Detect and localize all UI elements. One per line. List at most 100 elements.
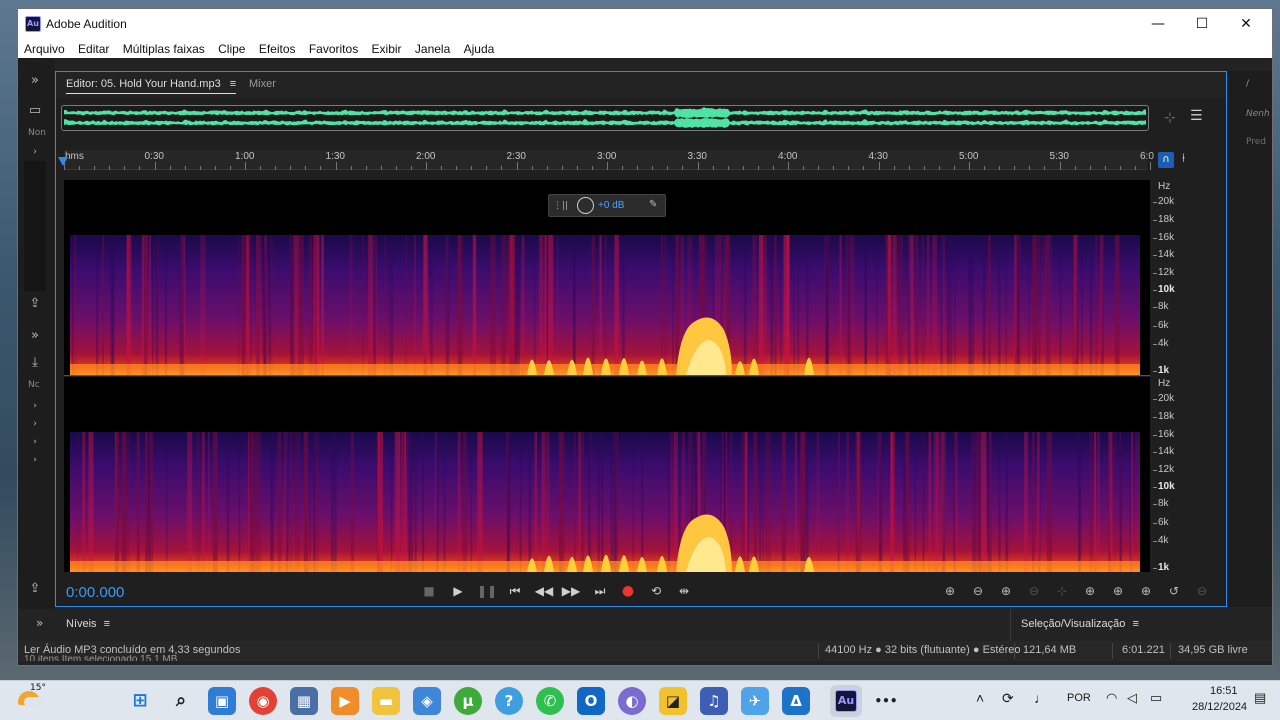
loop-button[interactable]: ⟲ [645,580,667,602]
close-button[interactable]: ✕ [1224,9,1268,40]
chevron-right-icon[interactable]: › [24,398,46,414]
utorrent-icon[interactable]: µ [454,687,482,715]
arc-app-icon[interactable]: Δ [782,687,810,715]
expand-panel-icon[interactable]: » [36,616,43,630]
menu-multiplas-faixas[interactable]: Múltiplas faixas [117,40,209,58]
tab-mixer[interactable]: Mixer [249,78,276,90]
browser-icon[interactable]: ◐ [618,687,646,715]
menu-janela[interactable]: Janela [409,40,454,58]
media-player-icon[interactable]: ▶ [331,687,359,715]
editor-app-icon[interactable]: ◪ [659,687,687,715]
chrome-icon[interactable]: ◉ [249,687,277,715]
help-app-icon[interactable]: ? [495,687,523,715]
zoom-selection-icon[interactable]: ⊕ [1134,580,1158,602]
selection-menu-icon[interactable]: ≡ [1132,618,1138,630]
skip-forward-button[interactable]: ⏭ [589,580,611,602]
expand-panel-icon[interactable]: » [24,328,46,344]
tab-menu-icon[interactable]: ≡ [230,78,236,90]
maximize-button[interactable]: ☐ [1180,9,1224,40]
pin-icon[interactable]: ⍿ [1182,151,1185,166]
fast-forward-button[interactable]: ▶▶ [560,580,582,602]
chevron-up-icon[interactable]: ˄ [976,690,984,706]
open-folder-icon[interactable]: ▭ [24,103,46,119]
network-app-icon[interactable]: ◈ [413,687,441,715]
spectral-band [541,432,546,572]
zoom-in-right-icon[interactable]: ⊕ [1106,580,1130,602]
pause-button[interactable]: ❚❚ [476,580,498,602]
chevron-right-icon[interactable]: › [24,416,46,432]
menu-ajuda[interactable]: Ajuda [458,40,499,58]
levels-panel-tab[interactable]: Níveis ≡ [66,618,110,630]
rewind-button[interactable]: ◀◀ [533,580,555,602]
zoom-in-amplitude-icon[interactable]: ⊕ [938,580,962,602]
outlook-icon[interactable]: O [577,687,605,715]
battery-icon[interactable]: ▭ [1150,690,1162,706]
chevron-right-icon[interactable]: › [24,434,46,450]
menu-favoritos[interactable]: Favoritos [303,40,362,58]
playhead-marker[interactable] [58,157,68,166]
waveform-overview[interactable] [61,105,1149,131]
weather-icon[interactable]: 15° [18,683,46,711]
gain-knob[interactable] [577,197,594,214]
whatsapp-icon[interactable]: ✆ [536,687,564,715]
levels-menu-icon[interactable]: ≡ [104,618,110,630]
language-indicator[interactable]: POR [1067,692,1091,704]
notification-icon[interactable]: ▤ [1254,690,1266,706]
stop-button[interactable]: ■ [418,580,440,602]
menu-arquivo[interactable]: Arquivo [18,40,69,58]
more-apps-icon[interactable]: ••• [872,687,900,715]
right-panel-tab[interactable]: / [1246,79,1249,89]
zoom-full-icon[interactable]: ⊹ [1164,110,1176,126]
clock-time[interactable]: 16:51 [1210,685,1238,697]
zoom-in-time-icon[interactable]: ⊕ [994,580,1018,602]
file-explorer-icon[interactable]: ▬ [372,687,400,715]
zoom-out-amplitude-icon[interactable]: ⊖ [966,580,990,602]
hud-gain-control[interactable]: ⋮|| +0 dB ✎ [548,194,666,217]
ruler-label: 4:30 [868,151,888,162]
spectral-channel-right[interactable] [64,377,1150,572]
menu-editar[interactable]: Editar [72,40,113,58]
start-icon[interactable]: ⊞ [126,687,154,715]
record-button[interactable]: ● [617,580,639,602]
microphone-icon[interactable]: ♩ [1034,690,1048,706]
zoom-out-time-icon[interactable]: ⊖ [1022,580,1046,602]
audio-app-icon[interactable]: ♫ [700,687,728,715]
skip-selection-button[interactable]: ⇹ [673,580,695,602]
wifi-icon[interactable]: ◠ [1106,690,1117,706]
menu-exibir[interactable]: Exibir [366,40,406,58]
search-icon[interactable]: ⌕ [167,687,195,715]
pin-hud-icon[interactable]: ✎ [649,199,657,210]
sync-icon[interactable]: ⟳ [1002,690,1014,707]
selection-panel-tab[interactable]: Seleção/Visualização ≡ [1021,618,1139,630]
download-icon[interactable]: ⤓ [24,355,46,371]
time-ruler[interactable]: hms 0:30 1:00 1:30 2:00 2:30 3:00 3:30 4:00 4:30 5… [64,150,1154,170]
plane-app-icon[interactable]: ✈ [741,687,769,715]
menu-clipe[interactable]: Clipe [212,40,249,58]
export-icon[interactable]: ⇪ [24,581,46,597]
expand-panel-icon[interactable]: » [24,73,46,89]
spectral-band [401,432,404,572]
title-bar[interactable]: Au Adobe Audition — ☐ ✕ [18,9,1272,40]
zoom-in-left-icon[interactable]: ⊕ [1078,580,1102,602]
clock-date[interactable]: 28/12/2024 [1192,701,1247,713]
calculator-icon[interactable]: ▦ [290,687,318,715]
volume-icon[interactable]: ◁ [1127,690,1137,706]
minimize-button[interactable]: — [1136,9,1180,40]
zoom-reset-icon[interactable]: ↺ [1162,580,1186,602]
skip-back-button[interactable]: ⏮ [504,580,526,602]
chevron-right-icon[interactable]: › [24,452,46,468]
spectral-band [521,235,525,375]
headphones-icon[interactable]: ∩ [1158,152,1174,168]
photos-icon[interactable]: ▣ [208,687,236,715]
tab-editor[interactable]: Editor: 05. Hold Your Hand.mp3 ≡ [66,78,237,94]
play-button[interactable]: ▶ [447,580,469,602]
menu-efeitos[interactable]: Efeitos [253,40,300,58]
zoom-out-full-icon[interactable]: ⊖ [1190,580,1214,602]
zoom-full-time-icon[interactable]: ⊹ [1050,580,1074,602]
chevron-right-icon[interactable]: › [24,144,46,160]
current-time-display[interactable]: 0:00.000 [66,584,124,601]
list-view-icon[interactable]: ☰ [1190,108,1203,124]
import-icon[interactable]: ⇪ [24,296,46,312]
audition-taskbar-button[interactable]: Au [830,685,862,717]
ruler-label: 5:30 [1049,151,1069,162]
